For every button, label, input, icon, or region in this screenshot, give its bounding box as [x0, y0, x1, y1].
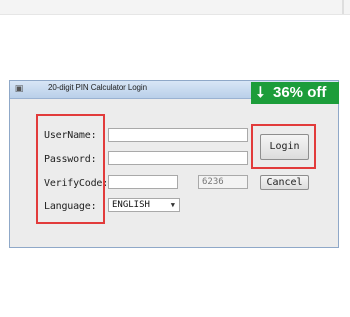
app-icon: ▣ [14, 84, 24, 94]
discount-text: 36% off [273, 84, 327, 101]
verifycode-input[interactable] [108, 175, 178, 189]
password-input[interactable] [108, 151, 248, 165]
down-arrow-icon: ⭣ [257, 84, 265, 101]
cancel-button[interactable]: Cancel [260, 175, 309, 190]
page-edge-mark [342, 0, 344, 14]
window-title: 20-digit PIN Calculator Login [48, 83, 147, 92]
language-select[interactable]: ENGLISH ▼ [108, 198, 180, 212]
language-value: ENGLISH [112, 200, 150, 210]
discount-badge: ⭣ 36% off [251, 82, 339, 104]
labels-highlight-box [36, 114, 105, 224]
login-highlight-box [251, 124, 316, 169]
dropdown-arrow-icon[interactable]: ▼ [171, 199, 175, 211]
page-top-strip [0, 0, 350, 15]
captcha-display: 6236 [198, 175, 248, 189]
username-input[interactable] [108, 128, 248, 142]
